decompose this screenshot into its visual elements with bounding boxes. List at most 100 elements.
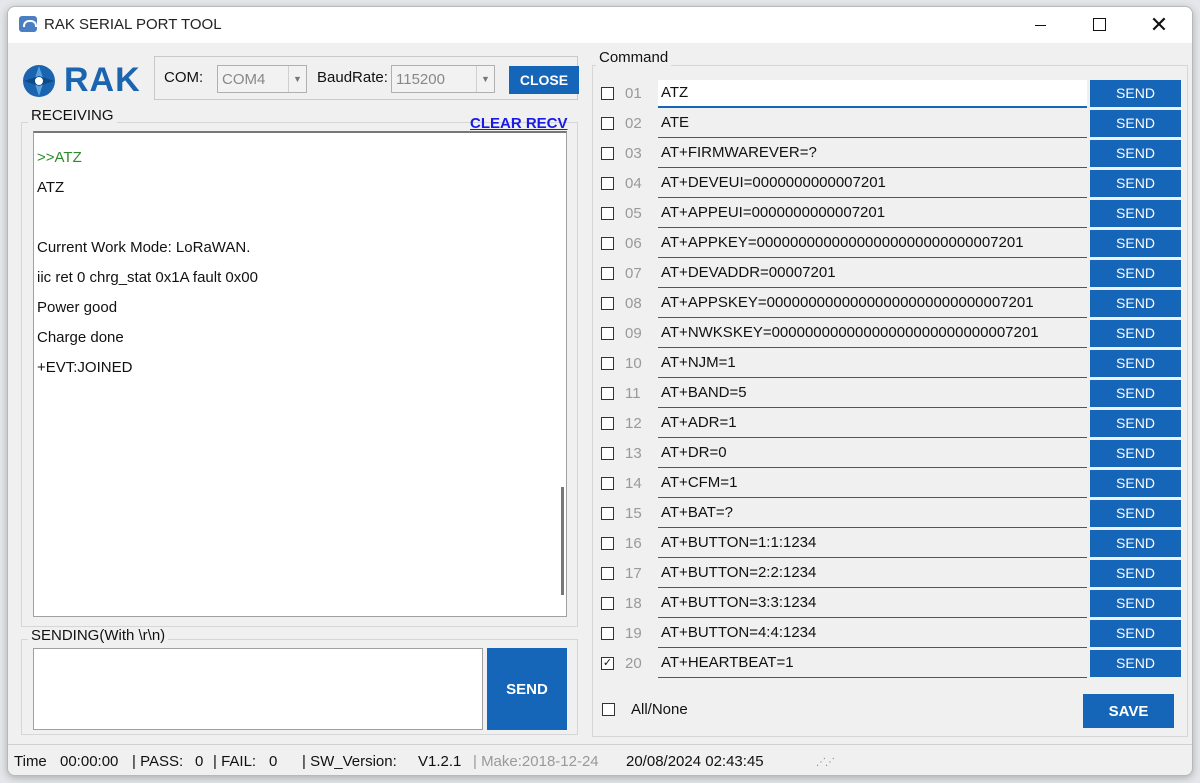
status-datetime: 20/08/2024 02:43:45: [626, 753, 764, 770]
save-button[interactable]: SAVE: [1083, 694, 1174, 728]
app-window: RAK SERIAL PORT TOOL ✕ RAK COM: COM4 ▼ B…: [7, 6, 1193, 776]
command-checkbox[interactable]: [601, 417, 614, 430]
command-checkbox[interactable]: ✓: [601, 657, 614, 670]
command-row: ✓ 20 AT+HEARTBEAT=1 SEND: [598, 649, 1181, 679]
command-row: 01 ATZ SEND: [598, 79, 1181, 109]
command-input[interactable]: AT+BUTTON=1:1:1234: [658, 530, 1087, 558]
minimize-button[interactable]: [1018, 7, 1064, 43]
baudrate-select[interactable]: 115200 ▼: [391, 65, 495, 93]
command-checkbox[interactable]: [601, 87, 614, 100]
receiving-label: RECEIVING: [28, 107, 117, 124]
command-checkbox[interactable]: [601, 237, 614, 250]
command-input[interactable]: AT+BUTTON=3:3:1234: [658, 590, 1087, 618]
command-send-button[interactable]: SEND: [1090, 470, 1181, 497]
command-input[interactable]: AT+NJM=1: [658, 350, 1087, 378]
command-input[interactable]: AT+DR=0: [658, 440, 1087, 468]
command-send-button[interactable]: SEND: [1090, 500, 1181, 527]
status-time-label: Time: [14, 753, 47, 770]
baudrate-value: 115200: [396, 71, 445, 88]
command-send-button[interactable]: SEND: [1090, 200, 1181, 227]
command-input[interactable]: AT+APPKEY=000000000000000000000000000072…: [658, 230, 1087, 258]
command-checkbox[interactable]: [601, 507, 614, 520]
command-send-button[interactable]: SEND: [1090, 530, 1181, 557]
receive-scrollbar[interactable]: [561, 487, 564, 595]
command-number: 13: [625, 445, 642, 462]
command-number: 06: [625, 235, 642, 252]
command-input[interactable]: ATZ: [658, 80, 1087, 108]
command-send-button[interactable]: SEND: [1090, 650, 1181, 677]
command-send-button[interactable]: SEND: [1090, 440, 1181, 467]
command-send-button[interactable]: SEND: [1090, 320, 1181, 347]
command-checkbox[interactable]: [601, 567, 614, 580]
command-checkbox[interactable]: [601, 447, 614, 460]
recv-line: +EVT:JOINED: [37, 359, 133, 376]
command-number: 01: [625, 85, 642, 102]
command-input[interactable]: AT+BUTTON=4:4:1234: [658, 620, 1087, 648]
command-send-button[interactable]: SEND: [1090, 410, 1181, 437]
command-row: 11 AT+BAND=5 SEND: [598, 379, 1181, 409]
close-port-button[interactable]: CLOSE: [509, 66, 579, 94]
command-checkbox[interactable]: [601, 177, 614, 190]
command-send-button[interactable]: SEND: [1090, 170, 1181, 197]
command-checkbox[interactable]: [601, 207, 614, 220]
command-number: 14: [625, 475, 642, 492]
command-input[interactable]: AT+HEARTBEAT=1: [658, 650, 1087, 678]
status-sw-value: V1.2.1: [418, 753, 462, 770]
maximize-button[interactable]: [1076, 7, 1122, 43]
command-checkbox[interactable]: [601, 117, 614, 130]
command-row: 12 AT+ADR=1 SEND: [598, 409, 1181, 439]
command-input[interactable]: AT+FIRMWAREVER=?: [658, 140, 1087, 168]
rak-logo: RAK: [20, 61, 144, 101]
command-checkbox[interactable]: [601, 147, 614, 160]
command-send-button[interactable]: SEND: [1090, 350, 1181, 377]
command-number: 07: [625, 265, 642, 282]
command-checkbox[interactable]: [601, 477, 614, 490]
command-checkbox[interactable]: [601, 297, 614, 310]
command-input[interactable]: AT+DEVADDR=00007201: [658, 260, 1087, 288]
command-checkbox[interactable]: [601, 327, 614, 340]
send-button[interactable]: SEND: [487, 648, 567, 730]
recv-line: Power good: [37, 299, 118, 316]
command-send-button[interactable]: SEND: [1090, 230, 1181, 257]
command-number: 05: [625, 205, 642, 222]
command-row: 06 AT+APPKEY=0000000000000000000000000000…: [598, 229, 1181, 259]
command-number: 08: [625, 295, 642, 312]
command-input[interactable]: AT+APPEUI=0000000000007201: [658, 200, 1087, 228]
command-send-button[interactable]: SEND: [1090, 380, 1181, 407]
status-make: | Make:2018-12-24: [473, 753, 599, 770]
command-checkbox[interactable]: [601, 387, 614, 400]
close-window-button[interactable]: ✕: [1136, 7, 1182, 43]
all-none-checkbox[interactable]: [602, 703, 615, 716]
command-send-button[interactable]: SEND: [1090, 290, 1181, 317]
command-input[interactable]: AT+CFM=1: [658, 470, 1087, 498]
resize-grip-icon[interactable]: ⋰⋰: [816, 757, 835, 768]
command-input[interactable]: AT+APPSKEY=00000000000000000000000000007…: [658, 290, 1087, 318]
status-pass-label: | PASS:: [132, 753, 184, 770]
command-input[interactable]: AT+BAT=?: [658, 500, 1087, 528]
com-select[interactable]: COM4 ▼: [217, 65, 307, 93]
command-checkbox[interactable]: [601, 627, 614, 640]
command-send-button[interactable]: SEND: [1090, 620, 1181, 647]
command-number: 20: [625, 655, 642, 672]
command-input[interactable]: AT+DEVEUI=0000000000007201: [658, 170, 1087, 198]
command-checkbox[interactable]: [601, 537, 614, 550]
command-input[interactable]: AT+ADR=1: [658, 410, 1087, 438]
command-send-button[interactable]: SEND: [1090, 260, 1181, 287]
command-send-button[interactable]: SEND: [1090, 140, 1181, 167]
command-send-button[interactable]: SEND: [1090, 560, 1181, 587]
command-send-button[interactable]: SEND: [1090, 110, 1181, 137]
command-input[interactable]: AT+BUTTON=2:2:1234: [658, 560, 1087, 588]
command-checkbox[interactable]: [601, 357, 614, 370]
command-send-button[interactable]: SEND: [1090, 590, 1181, 617]
command-input[interactable]: AT+NWKSKEY=00000000000000000000000000007…: [658, 320, 1087, 348]
command-input[interactable]: ATE: [658, 110, 1087, 138]
command-row: 03 AT+FIRMWAREVER=? SEND: [598, 139, 1181, 169]
command-checkbox[interactable]: [601, 597, 614, 610]
command-send-button[interactable]: SEND: [1090, 80, 1181, 107]
command-checkbox[interactable]: [601, 267, 614, 280]
receive-log[interactable]: >>ATZ ATZ Current Work Mode: LoRaWAN. ii…: [33, 131, 567, 617]
send-input[interactable]: [33, 648, 483, 730]
command-input[interactable]: AT+BAND=5: [658, 380, 1087, 408]
recv-line: iic ret 0 chrg_stat 0x1A fault 0x00: [37, 269, 258, 286]
clear-recv-link[interactable]: CLEAR RECV: [470, 115, 568, 132]
